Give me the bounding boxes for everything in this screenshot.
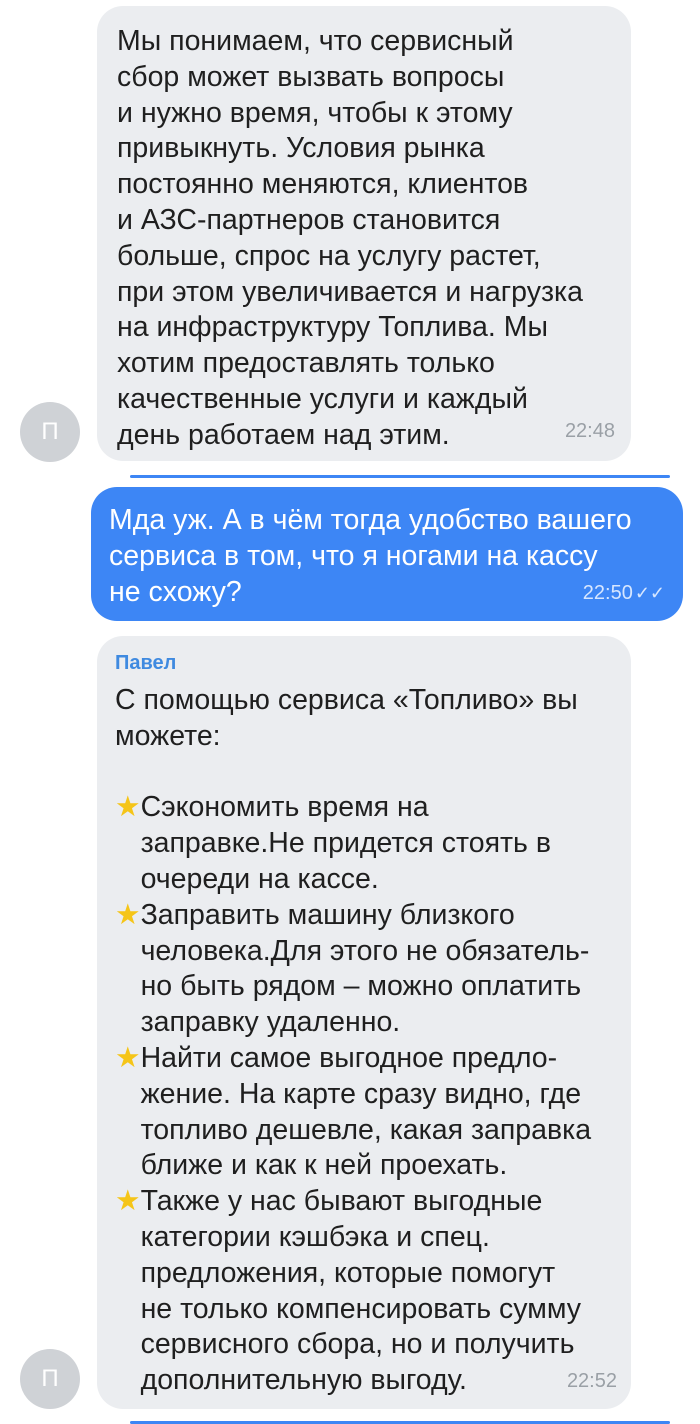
message-text: Мы понимаем, что сервисный сбор может вы… <box>117 25 583 451</box>
message-time: 22:52 <box>566 1370 617 1392</box>
double-check-icon: ✓✓ <box>634 583 665 603</box>
sender-name[interactable]: Павел <box>115 652 611 675</box>
message-time-status: 22:50 ✓✓ <box>583 582 665 605</box>
feature-item: ★ Сэкономить время на заправке.Не придет… <box>115 790 611 897</box>
message-time: 22:48 <box>564 420 615 442</box>
feature-item-text: Сэкономить время на заправке.Не придется… <box>140 791 551 895</box>
message-intro: С помощью сервиса «Топливо» вы можете: <box>115 684 578 752</box>
message-bubble-incoming[interactable]: Мы понимаем, что сервисный сбор может вы… <box>97 6 631 461</box>
star-icon: ★ <box>115 1185 141 1218</box>
feature-list: ★ Сэкономить время на заправке.Не придет… <box>115 790 611 1399</box>
message-bubble-incoming[interactable]: Павел С помощью сервиса «Топливо» вы мож… <box>97 636 631 1409</box>
avatar[interactable]: П <box>20 402 80 462</box>
message-text: Мда уж. А в чём тогда удобство вашего се… <box>109 504 632 608</box>
feature-item-text: Найти самое выгодное предло- жение. На к… <box>140 1041 592 1182</box>
feature-item-text: Заправить машину близкого человека.Для э… <box>140 898 590 1039</box>
avatar[interactable]: П <box>20 1349 80 1409</box>
avatar-letter: П <box>41 1365 59 1392</box>
avatar-letter: П <box>41 418 59 445</box>
message-time: 22:50 <box>582 582 633 604</box>
feature-item: ★ Также у нас бывают выгодные категории … <box>115 1184 611 1399</box>
message-bubble-outgoing[interactable]: Мда уж. А в чём тогда удобство вашего се… <box>91 487 683 621</box>
star-icon: ★ <box>115 1041 141 1074</box>
star-icon: ★ <box>115 791 141 824</box>
feature-item: ★ Заправить машину близкого человека.Для… <box>115 898 611 1041</box>
feature-item: ★ Найти самое выгодное предло- жение. На… <box>115 1041 611 1184</box>
star-icon: ★ <box>115 898 141 931</box>
feature-item-text: Также у нас бывают выгодные категории кэ… <box>140 1185 581 1397</box>
message-divider <box>130 475 670 478</box>
